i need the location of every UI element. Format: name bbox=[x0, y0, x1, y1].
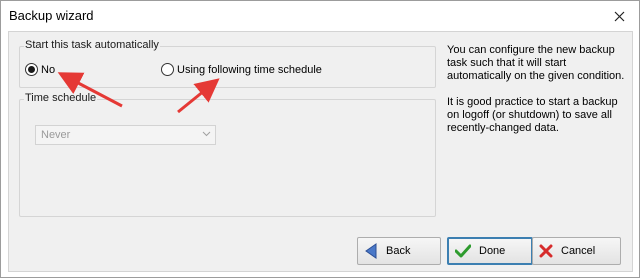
cancel-button-label: Cancel bbox=[561, 245, 596, 257]
radio-button[interactable] bbox=[161, 63, 174, 76]
cancel-x-icon bbox=[539, 244, 553, 258]
close-icon bbox=[614, 11, 624, 21]
window-title: Backup wizard bbox=[9, 8, 94, 23]
wizard-content: Start this task automatically No Using f… bbox=[8, 31, 633, 272]
schedule-select[interactable]: Never bbox=[35, 125, 216, 145]
close-button[interactable] bbox=[599, 1, 639, 31]
time-schedule-legend: Time schedule bbox=[24, 92, 98, 104]
done-button[interactable]: Done bbox=[447, 237, 533, 265]
backup-wizard-window: Backup wizard Start this task automatica… bbox=[0, 0, 640, 278]
start-automatically-legend: Start this task automatically bbox=[24, 39, 160, 51]
schedule-select-value: Never bbox=[41, 129, 71, 141]
back-arrow-icon bbox=[365, 243, 377, 259]
radio-no[interactable]: No bbox=[25, 63, 55, 76]
radio-button[interactable] bbox=[25, 63, 38, 76]
help-paragraph-2: It is good practice to start a backup on… bbox=[447, 96, 618, 134]
done-button-label: Done bbox=[479, 245, 506, 257]
title-bar: Backup wizard bbox=[1, 1, 639, 31]
help-paragraph-1: You can configure the new backup task su… bbox=[447, 44, 625, 82]
radio-selected-dot bbox=[28, 66, 35, 73]
back-button-label: Back bbox=[386, 245, 411, 257]
radio-time-schedule-label: Using following time schedule bbox=[177, 63, 322, 76]
back-button[interactable]: Back bbox=[357, 237, 441, 265]
start-automatically-group: Start this task automatically No Using f… bbox=[19, 39, 436, 88]
checkmark-icon bbox=[455, 244, 471, 258]
time-schedule-group: Time schedule Never bbox=[19, 92, 436, 217]
radio-no-label: No bbox=[41, 63, 56, 76]
chevron-down-icon bbox=[202, 131, 211, 137]
help-text: You can configure the new backup task su… bbox=[447, 44, 627, 148]
radio-time-schedule[interactable]: Using following time schedule bbox=[161, 63, 322, 76]
cancel-button[interactable]: Cancel bbox=[532, 237, 621, 265]
